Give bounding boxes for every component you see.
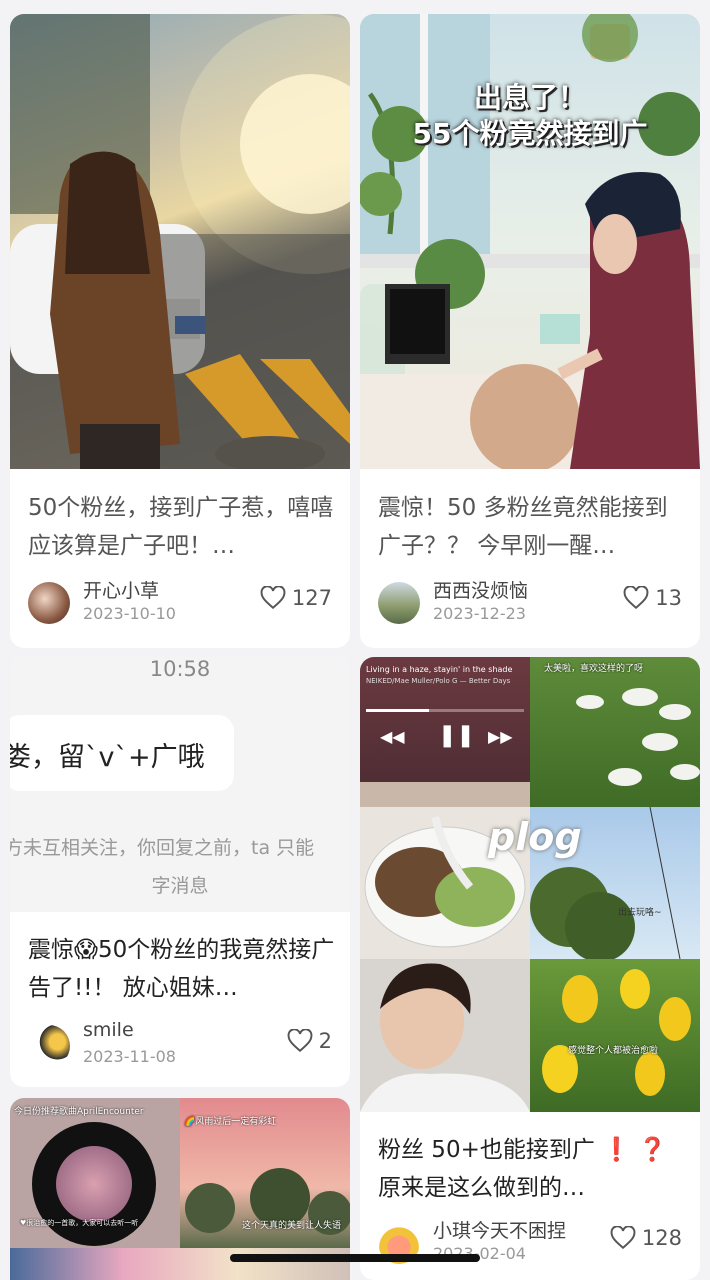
geese-drawing (576, 688, 700, 786)
note-cover-image[interactable] (10, 14, 350, 469)
note-meta: smile 2023-11-08 2 (28, 1019, 336, 1071)
song-artist: NEIKED/Mae Muller/Polo G — Better Days (366, 677, 511, 685)
note-title[interactable]: 震惊！50 多粉丝竟然能接到广子？？ 今早刚一醒… (378, 489, 686, 565)
post-date: 2023-11-08 (83, 1047, 176, 1066)
cover-headline-1: 出息了！ (473, 81, 586, 114)
like-count: 128 (641, 1226, 682, 1250)
heart-icon (610, 1226, 636, 1250)
tulips-drawing (542, 969, 691, 1096)
song-title: Living in a haze, stayin' in the shade (366, 665, 513, 674)
rewind-icon: ◀◀ (380, 727, 405, 746)
note-card[interactable]: 出息了！ 55个粉竟然接到广 震惊！50 多粉丝竟然能接到广子？？ 今早刚一醒…… (360, 14, 700, 648)
plog-label: plog (488, 815, 582, 859)
portrait-drawing (360, 963, 530, 1112)
note-title[interactable]: 粉丝 50+也能接到广 ❗ ❓ 原来是这么做到的… (378, 1131, 686, 1207)
street-photo (10, 14, 350, 469)
note-cover-image[interactable]: 10:58 娄，留`v`+广哦 方未互相关注，你回复之前，ta 只能 字消息 (10, 657, 350, 912)
sunset-cell: 🌈风雨过后一定有彩虹 这个天真的美到让人失语 (180, 1098, 350, 1248)
author-name[interactable]: 西西没烦恼 (433, 576, 528, 603)
author-name[interactable]: 开心小草 (83, 576, 159, 603)
progress-bar (366, 709, 524, 712)
cover-chat-text: 娄，留`v`+广哦 (10, 742, 205, 773)
cover-notice-2: 字消息 (151, 875, 209, 897)
note-card[interactable]: 10:58 娄，留`v`+广哦 方未互相关注，你回复之前，ta 只能 字消息 震… (10, 657, 350, 1087)
cover-headline-2: 55个粉竟然接到广 (412, 117, 648, 150)
tulip-caption: 感觉整个人都被治愈啦 (568, 1046, 659, 1056)
note-card[interactable]: 今日份推荐歌曲AprilEncounter ♥很治愈的一首歌，大家可以去听一听 … (10, 1098, 350, 1280)
geese-cell: 太美啦，喜欢这样的了呀 (530, 657, 700, 807)
note-title[interactable]: 50个粉丝，接到广子惹，嘻嘻 应该算是广子吧！… (28, 489, 336, 565)
vinyl-cell: 今日份推荐歌曲AprilEncounter ♥很治愈的一首歌，大家可以去听一听 (10, 1098, 180, 1248)
song-comment-caption: ♥很治愈的一首歌，大家可以去听一听 (20, 1219, 139, 1227)
author-name[interactable]: 小琪今天不困捏 (433, 1216, 566, 1243)
like-count: 127 (291, 586, 332, 610)
author-avatar[interactable] (378, 582, 420, 624)
heart-icon (287, 1029, 313, 1053)
song-recommend-caption: 今日份推荐歌曲AprilEncounter (14, 1107, 144, 1117)
sky-caption: 这个天真的美到让人失语 (242, 1221, 342, 1231)
author-avatar[interactable] (28, 1025, 70, 1067)
note-card[interactable]: Living in a haze, stayin' in the shade N… (360, 657, 700, 1280)
note-cover-image[interactable]: Living in a haze, stayin' in the shade N… (360, 657, 700, 1112)
post-date: 2023-12-23 (433, 604, 526, 623)
note-meta: 西西没烦恼 2023-12-23 13 (378, 580, 686, 628)
like-button[interactable]: 127 (260, 586, 332, 610)
music-player-cell: Living in a haze, stayin' in the shade N… (360, 657, 530, 807)
like-count: 2 (318, 1029, 332, 1053)
heart-icon (623, 586, 649, 610)
portrait-cell (360, 959, 530, 1112)
notes-feed: 50个粉丝，接到广子惹，嘻嘻 应该算是广子吧！… 开心小草 2023-10-10… (0, 0, 710, 1280)
note-cover-image[interactable]: 出息了！ 55个粉竟然接到广 (360, 14, 700, 469)
cover-notice-1: 方未互相关注，你回复之前，ta 只能 (10, 837, 315, 859)
bottom-strip (10, 1248, 350, 1280)
walk-caption: 出去玩咯~ (618, 908, 662, 918)
like-button[interactable]: 128 (610, 1226, 682, 1250)
note-cover-image[interactable]: 今日份推荐歌曲AprilEncounter ♥很治愈的一首歌，大家可以去听一听 … (10, 1098, 350, 1280)
post-date: 2023-10-10 (83, 604, 176, 623)
pause-icon: ❚❚ (438, 723, 475, 748)
note-card[interactable]: 50个粉丝，接到广子惹，嘻嘻 应该算是广子吧！… 开心小草 2023-10-10… (10, 14, 350, 648)
like-button[interactable]: 2 (287, 1029, 332, 1053)
note-title[interactable]: 震惊😱50个粉丝的我竟然接广告了!!！ 放心姐妹… (28, 931, 336, 1007)
tulip-cell: 感觉整个人都被治愈啦 (530, 959, 700, 1112)
author-name[interactable]: smile (83, 1019, 134, 1041)
note-meta: 开心小草 2023-10-10 127 (28, 580, 336, 628)
cover-chat-bubble: 娄，留`v`+广哦 (10, 715, 234, 791)
author-avatar[interactable] (28, 582, 70, 624)
heart-icon (260, 586, 286, 610)
forward-icon: ▶▶ (488, 727, 513, 746)
cover-time: 10:58 (149, 657, 211, 681)
like-button[interactable]: 13 (623, 586, 682, 610)
like-count: 13 (655, 586, 682, 610)
home-indicator[interactable] (230, 1254, 480, 1262)
